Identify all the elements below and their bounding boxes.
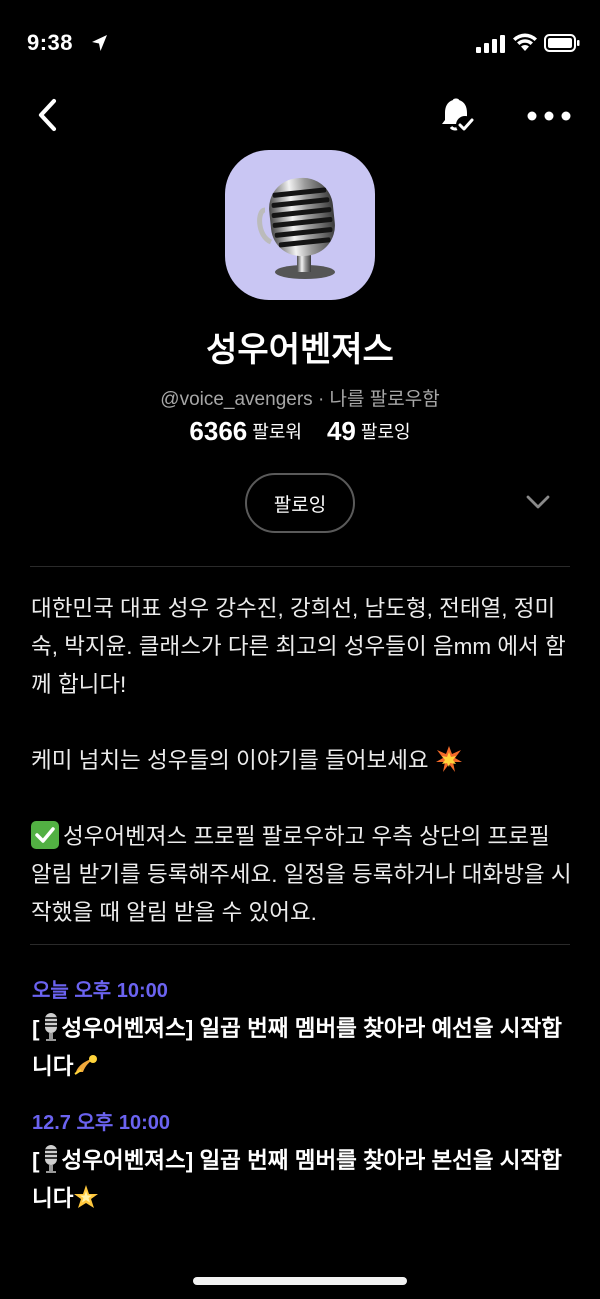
schedule-title[interactable]: [성우어벤져스] 일곱 번째 멤버를 찾아라 본선을 시작합니다	[32, 1142, 572, 1218]
profile-avatar	[225, 150, 375, 300]
location-arrow-icon	[92, 35, 107, 51]
schedule-title-text: 성우어벤져스] 일곱 번째 멤버를 찾아라 예선을 시작합니다	[32, 1016, 562, 1079]
more-dots-icon[interactable]	[526, 100, 572, 132]
status-bar: 9:38	[0, 0, 600, 88]
dizzy-icon	[74, 1055, 98, 1075]
schedule-title[interactable]: [성우어벤져스] 일곱 번째 멤버를 찾아라 예선을 시작합니다	[32, 1010, 572, 1086]
microphone-icon	[44, 1013, 57, 1041]
schedule-list: 오늘 오후 10:00 [성우어벤져스] 일곱 번째 멤버를 찾아라 예선을 시…	[32, 976, 572, 1240]
status-time: 9:38	[27, 30, 74, 55]
following-label[interactable]: 팔로잉	[361, 422, 411, 442]
divider	[30, 944, 570, 945]
cellular-signal-icon	[476, 35, 505, 53]
wifi-icon	[513, 33, 537, 51]
profile-name: 성우어벤져스	[206, 331, 394, 369]
followers-label[interactable]: 팔로워	[252, 422, 302, 442]
schedule-item[interactable]: 오늘 오후 10:00 [성우어벤져스] 일곱 번째 멤버를 찾아라 예선을 시…	[32, 976, 572, 1086]
bell-check-icon[interactable]	[436, 96, 476, 136]
bio-text: 성우어벤져스 프로필 팔로우하고 우측 상단의 프로필 알림 받기를 등록해주세…	[31, 824, 572, 925]
profile-handle[interactable]: @voice_avengers	[160, 389, 312, 410]
bracket-open: [	[32, 1148, 40, 1173]
microphone-icon	[44, 1145, 57, 1173]
bio-paragraph: 케미 넘치는 성우들의 이야기를 들어보세요	[31, 742, 576, 780]
handle-line: @voice_avengers · 나를 팔로우함	[0, 384, 600, 411]
glowing-star-icon	[74, 1185, 99, 1208]
battery-icon	[544, 34, 580, 52]
divider	[30, 566, 570, 567]
profile-stats: 6366 팔로워 49 팔로잉	[0, 416, 600, 447]
chevron-down-icon[interactable]	[524, 490, 552, 514]
home-indicator	[193, 1277, 407, 1285]
bio-text: 케미 넘치는 성우들의 이야기를 들어보세요	[31, 748, 429, 773]
following-button[interactable]: 팔로잉	[245, 473, 355, 533]
bio-paragraph: 대한민국 대표 성우 강수진, 강희선, 남도형, 전태열, 정미숙, 박지윤.…	[31, 596, 566, 697]
schedule-time: 오늘 오후 10:00	[32, 980, 168, 1002]
schedule-title-text: 성우어벤져스] 일곱 번째 멤버를 찾아라 본선을 시작합니다	[32, 1148, 562, 1211]
following-count[interactable]: 49	[327, 416, 356, 446]
collision-icon	[435, 746, 462, 772]
bracket-open: [	[32, 1016, 40, 1041]
check-mark-icon	[31, 821, 59, 849]
back-chevron-icon[interactable]	[30, 95, 70, 135]
schedule-item[interactable]: 12.7 오후 10:00 [성우어벤져스] 일곱 번째 멤버를 찾아라 본선을…	[32, 1108, 572, 1218]
followers-count[interactable]: 6366	[189, 416, 247, 446]
schedule-item-partial	[32, 1236, 232, 1250]
microphone-icon	[257, 177, 335, 279]
schedule-time: 12.7 오후 10:00	[32, 1112, 170, 1134]
follows-you-note: · 나를 팔로우함	[317, 389, 440, 410]
profile-bio: 대한민국 대표 성우 강수진, 강희선, 남도형, 전태열, 정미숙, 박지윤.…	[31, 590, 576, 932]
bio-paragraph: 성우어벤져스 프로필 팔로우하고 우측 상단의 프로필 알림 받기를 등록해주세…	[31, 818, 576, 932]
